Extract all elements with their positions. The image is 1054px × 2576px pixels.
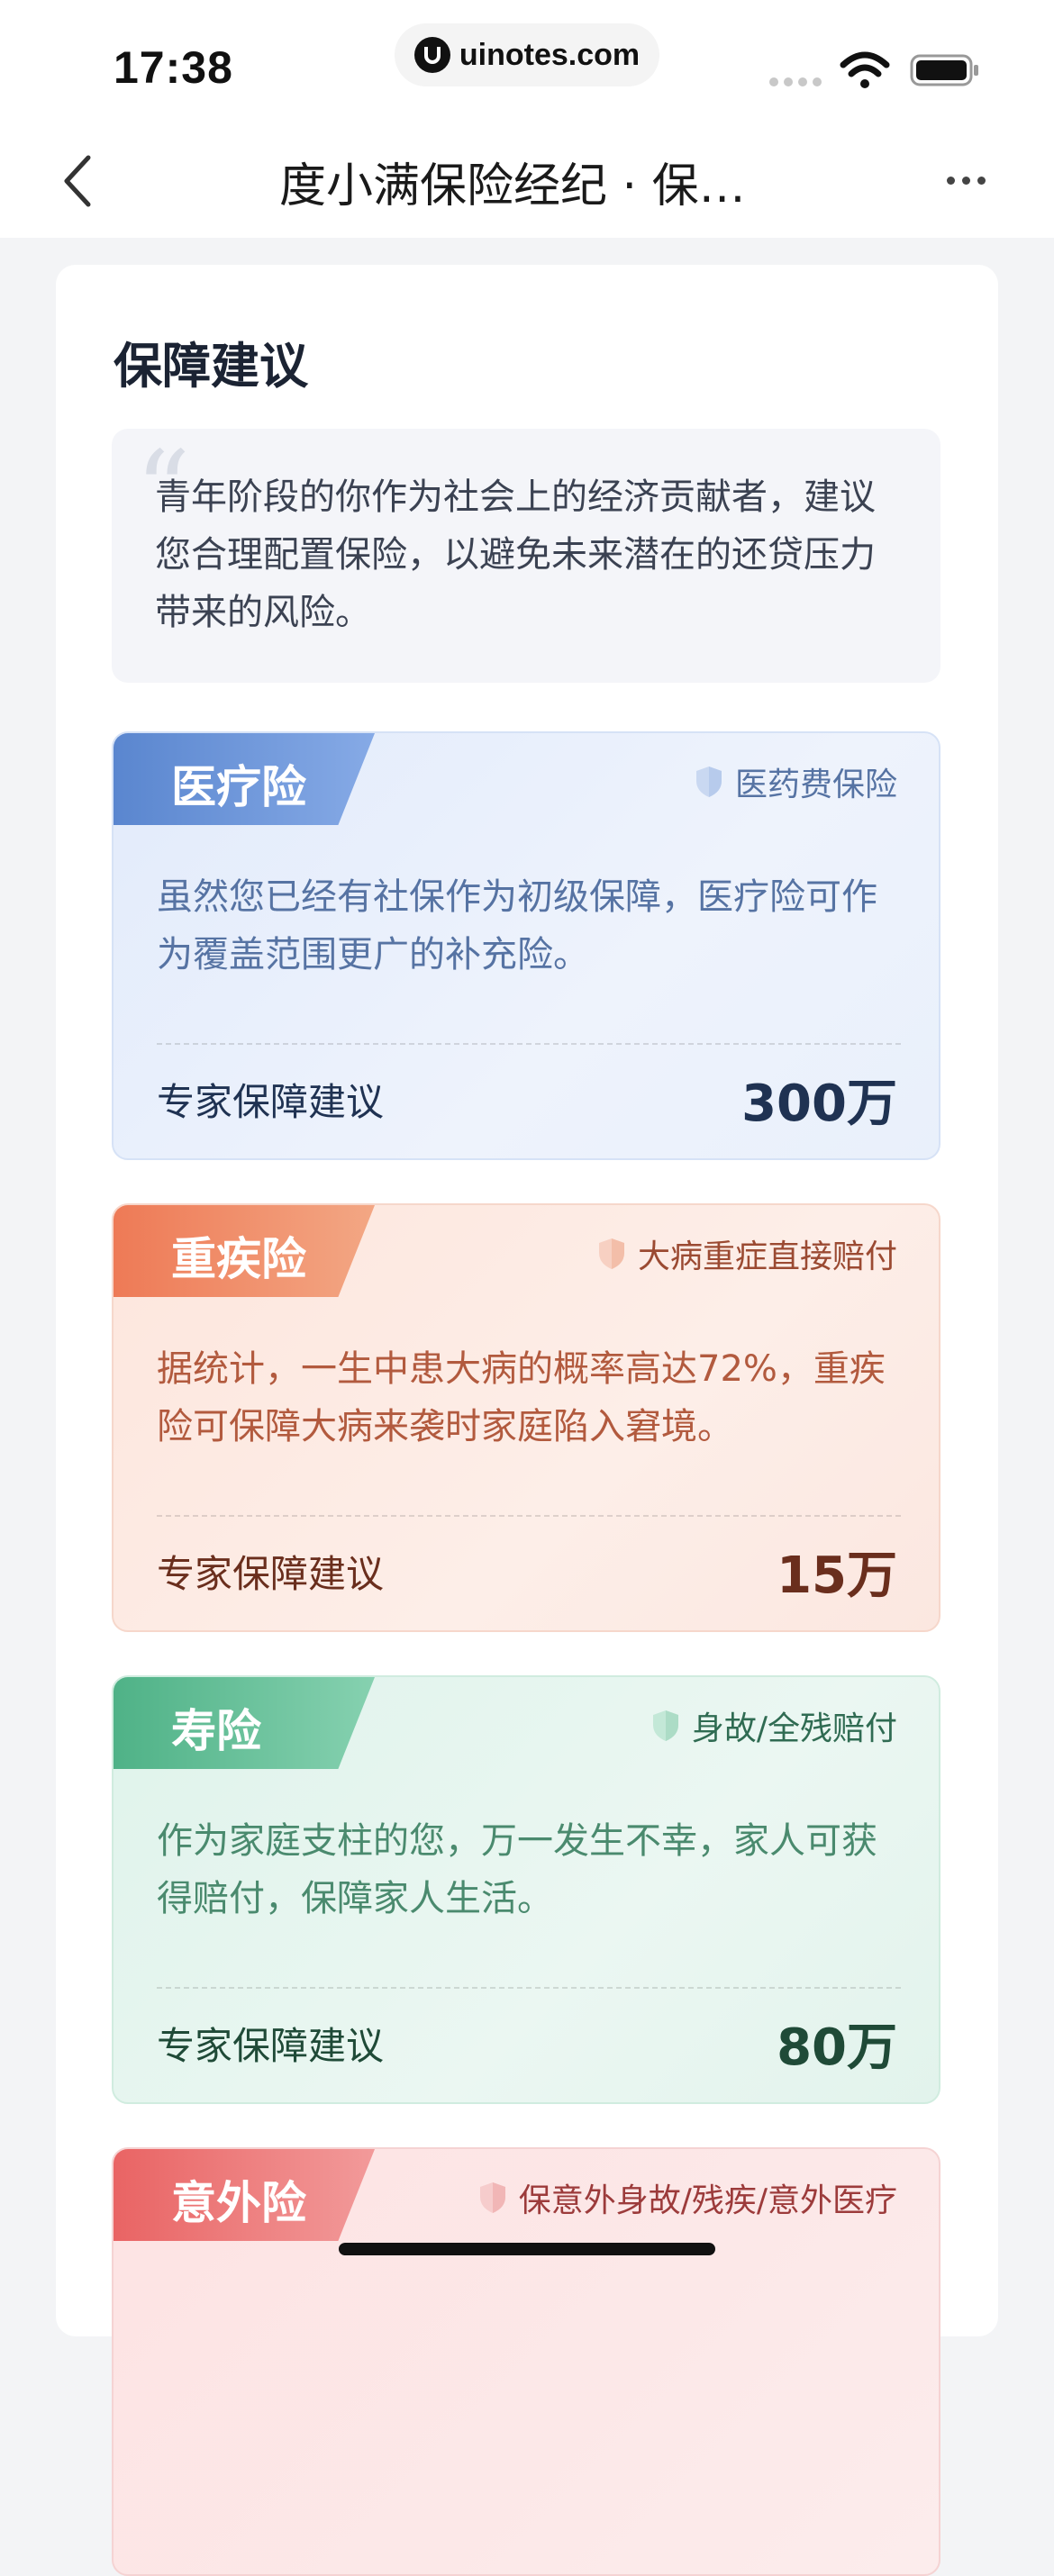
insurance-desc: 作为家庭支柱的您，万一发生不幸，家人可获得赔付，保障家人生活。 <box>157 1820 877 1919</box>
shield-icon <box>695 766 722 797</box>
insurance-tag-text: 医药费保险 <box>734 766 897 803</box>
section-title: 保障建议 <box>114 338 308 395</box>
advice-amount: 15万 <box>777 1547 897 1605</box>
intro-text: 青年阶段的你作为社会上的经济贡献者，建议您合理配置保险，以避免未来潜在的还贷压力… <box>155 476 876 633</box>
insurance-tag-text: 身故/全残赔付 <box>691 1710 897 1747</box>
intro-quote-box: “ 青年阶段的你作为社会上的经济贡献者，建议您合理配置保险，以避免未来潜在的还贷… <box>112 429 940 683</box>
divider <box>157 1043 901 1045</box>
insurance-card-life[interactable]: 寿险 身故/全残赔付 作为家庭支柱的您，万一发生不幸，家人可获得赔付，保障家人生… <box>112 1675 940 2104</box>
insurance-card-critical[interactable]: 重疾险 大病重症直接赔付 据统计，一生中患大病的概率高达72%，重疾险可保障大病… <box>112 1203 940 1632</box>
insurance-name: 重疾险 <box>171 1233 306 1285</box>
back-button[interactable] <box>50 150 104 213</box>
home-indicator[interactable] <box>339 2243 715 2255</box>
wifi-icon <box>840 50 890 94</box>
insurance-tag-text: 大病重症直接赔付 <box>637 1238 897 1275</box>
insurance-desc: 虽然您已经有社保作为初级保障，医疗险可作为覆盖范围更广的补充险。 <box>157 876 877 975</box>
insurance-tag: 身故/全残赔付 <box>650 1702 897 1749</box>
more-dots-icon <box>946 176 955 185</box>
cellular-signal-icon <box>769 77 822 86</box>
advice-card: 保障建议 “ 青年阶段的你作为社会上的经济贡献者，建议您合理配置保险，以避免未来… <box>56 265 998 2576</box>
divider <box>157 1987 901 1989</box>
insurance-card-medical[interactable]: 医疗险 医药费保险 虽然您已经有社保作为初级保障，医疗险可作为覆盖范围更广的补充… <box>112 731 940 1160</box>
insurance-name: 寿险 <box>171 1705 261 1757</box>
page-title: 度小满保险经纪 · 保… <box>279 159 746 213</box>
advice-label: 专家保障建议 <box>157 2024 385 2068</box>
insurance-tag: 大病重症直接赔付 <box>596 1230 897 1277</box>
insurance-tag-text: 保意外身故/残疾/意外医疗 <box>518 2182 897 2219</box>
advice-amount: 300万 <box>741 1075 897 1133</box>
insurance-card-accident[interactable]: 意外险 保意外身故/残疾/意外医疗 <box>112 2147 940 2576</box>
shield-icon <box>598 1238 624 1269</box>
battery-icon <box>910 52 980 92</box>
insurance-name: 医疗险 <box>171 761 306 813</box>
nav-bar: 度小满保险经纪 · 保… <box>0 126 1054 238</box>
site-logo-icon <box>413 37 450 73</box>
shield-icon <box>652 1710 678 1741</box>
status-bar: 17:38 uinotes.com <box>0 0 1054 126</box>
insurance-tag: 医药费保险 <box>694 758 897 805</box>
insurance-tag: 保意外身故/残疾/意外医疗 <box>477 2174 897 2221</box>
insurance-desc: 据统计，一生中患大病的概率高达72%，重疾险可保障大病来袭时家庭陷入窘境。 <box>157 1348 886 1447</box>
status-time: 17:38 <box>114 42 233 93</box>
insurance-name: 意外险 <box>171 2177 306 2229</box>
advice-label: 专家保障建议 <box>157 1552 385 1596</box>
url-text: uinotes.com <box>459 37 641 72</box>
advice-amount: 80万 <box>777 2018 897 2077</box>
url-pill[interactable]: uinotes.com <box>395 23 659 86</box>
chevron-left-icon <box>64 155 91 207</box>
divider <box>157 1515 901 1517</box>
more-button[interactable] <box>937 162 995 198</box>
shield-icon <box>479 2182 505 2213</box>
advice-label: 专家保障建议 <box>157 1080 385 1124</box>
